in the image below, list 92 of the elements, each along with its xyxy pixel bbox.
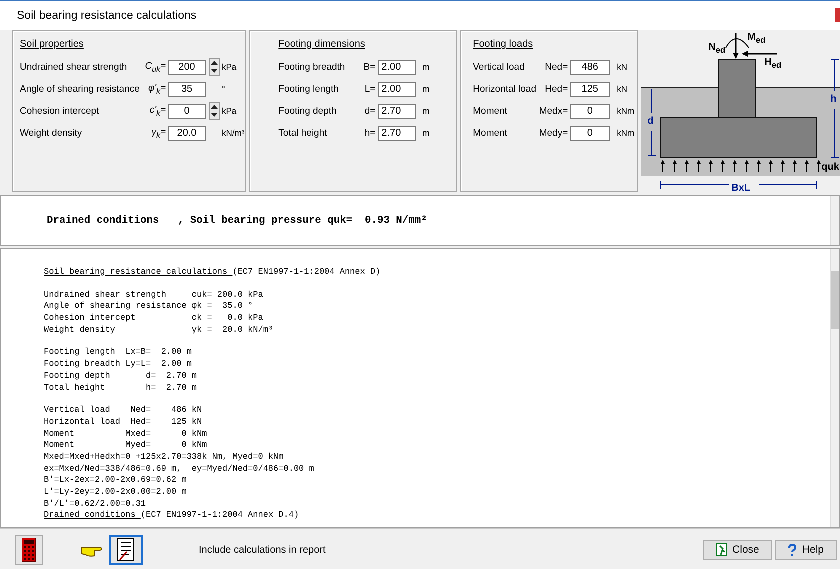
symbol-label: c'$_{k}$= — [148, 104, 166, 118]
report-label: Include calculations in report — [199, 544, 326, 556]
unit-label: kN — [617, 84, 628, 94]
unit-label: m — [422, 84, 430, 94]
input-field[interactable]: 2.70 — [378, 126, 416, 140]
input-field[interactable]: 200 — [168, 60, 206, 74]
symbol-label: φ'$_{k}$= — [147, 82, 166, 96]
symbol-label: Ned= — [544, 62, 568, 72]
input-field[interactable]: 2.70 — [378, 104, 416, 118]
diagram-label: BxL — [732, 183, 751, 194]
field-label: Undrained shear strength — [20, 62, 128, 72]
field-label: Footing length — [278, 84, 340, 94]
report-button[interactable] — [109, 535, 143, 565]
input-field[interactable]: 35 — [168, 82, 206, 96]
document-icon — [117, 538, 135, 562]
diagram-label: d — [648, 116, 654, 127]
symbol-label: C$_{uk}$= — [144, 60, 166, 74]
unit-label: ° — [222, 84, 226, 94]
unit-label: kNm — [617, 128, 635, 138]
field-label: Footing breadth — [278, 62, 346, 72]
calculator-button[interactable] — [15, 535, 43, 565]
field-label: Cohesion intercept — [20, 106, 100, 116]
report-line: Moment Mxed= 0 kNm — [44, 428, 208, 439]
dialog-button[interactable]: Help — [775, 540, 837, 560]
spinner-control[interactable] — [209, 58, 220, 76]
symbol-label: Medx= — [539, 106, 568, 116]
input-field[interactable]: 20.0 — [168, 126, 206, 140]
window-title: Soil bearing resistance calculations — [17, 10, 198, 22]
symbol-label: γ$_{k}$= — [150, 126, 166, 140]
input-field[interactable]: 125 — [570, 82, 610, 96]
help-icon — [788, 544, 798, 556]
group-title: Footing loads — [473, 39, 534, 50]
field-label: Total height — [278, 128, 328, 138]
report-line: Undrained shear strength cuk= 200.0 kPa — [44, 290, 264, 300]
unit-label: kPa — [222, 62, 237, 72]
report-line: Horizontal load Hed= 125 kN — [44, 416, 202, 427]
report-line: Cohesion intercept ck = 0.0 kPa — [44, 313, 264, 324]
field-label: Angle of shearing resistance — [20, 84, 138, 94]
field-label: Moment — [473, 128, 508, 138]
report-line: Moment Myed= 0 kNm — [44, 440, 208, 450]
report-line: Mxed=Mxed+Hedxh=0 +125x2.70=338k Nm, Myed=0 kNm — [44, 452, 284, 462]
symbol-label: B= — [362, 62, 376, 72]
report-line: Total height h= 2.70 m — [44, 382, 198, 392]
symbol-label: d= — [364, 106, 376, 116]
field-label: Footing depth — [278, 106, 338, 116]
report-line: Footing depth d= 2.70 m — [44, 370, 198, 381]
input-field[interactable]: 0 — [570, 104, 610, 118]
unit-label: m — [422, 106, 430, 116]
dialog-button[interactable]: Close — [702, 540, 772, 560]
report-line: Footing length Lx=B= 2.00 m — [44, 347, 192, 358]
unit-label: kN/m³ — [222, 128, 245, 138]
report-heading: Soil bearing resistance calculations (EC7 EN1997-1-1:2004 Annex D) — [44, 267, 381, 277]
diagram-label: M$_{ed}$ — [748, 32, 766, 45]
field-label: Vertical load — [473, 62, 526, 72]
exit-door-icon — [716, 543, 728, 557]
diagram-label: quk — [822, 162, 840, 173]
report-line: Footing breadth Ly=L= 2.00 m — [44, 359, 192, 370]
diagram-label: H$_{ed}$ — [764, 57, 782, 70]
input-field[interactable]: 0 — [570, 126, 610, 140]
unit-label: kNm — [617, 106, 635, 116]
unit-label: m — [422, 62, 430, 72]
group-title: Footing dimensions — [278, 39, 366, 50]
report-line: B'=Lx-2ex=2.00-2x0.69=0.62 m — [44, 475, 187, 486]
unit-label: kN — [617, 62, 628, 72]
diagram-label: h — [830, 94, 837, 105]
scrollbar[interactable] — [830, 249, 839, 527]
symbol-label: h= — [364, 128, 376, 138]
unit-label: m — [422, 128, 430, 138]
report-line: B'/L'=0.62/2.00=0.31 — [44, 498, 146, 509]
input-field[interactable]: 2.00 — [378, 60, 416, 74]
field-label: Moment — [473, 106, 508, 116]
input-field[interactable]: 486 — [570, 60, 610, 74]
input-field[interactable]: 2.00 — [378, 82, 416, 96]
field-label: Horizontal load — [473, 84, 538, 94]
field-label: Weight density — [20, 128, 84, 138]
result-text: Drained conditions , Soil bearing pressure quk= 0.93 N/mm² — [47, 214, 428, 226]
input-field[interactable]: 0 — [168, 104, 206, 118]
unit-label: kPa — [222, 106, 237, 116]
report-line: Vertical load Ned= 486 kN — [44, 405, 202, 416]
group-title: Soil properties — [20, 39, 85, 50]
report-line: L'=Ly-2ey=2.00-2x0.00=2.00 m — [44, 487, 187, 497]
report-line: ex=Mxed/Ned=338/486=0.69 m, ey=Myed/Ned=0/486=0.00 m — [44, 464, 314, 474]
report-line: Weight density γk = 20.0 kN/m³ — [44, 324, 274, 335]
report-heading: Drained conditions (EC7 EN1997-1-1:2004 Annex D.4) — [44, 510, 300, 520]
symbol-label: Medy= — [539, 128, 568, 138]
scrollbar[interactable] — [830, 196, 839, 245]
diagram-label: N$_{ed}$ — [708, 42, 726, 55]
calculator-icon — [22, 538, 36, 562]
symbol-label: L= — [364, 84, 376, 94]
symbol-label: Hed= — [544, 84, 568, 94]
report-line: Angle of shearing resistance φk = 35.0 ° — [44, 301, 254, 312]
spinner-control[interactable] — [209, 102, 220, 120]
